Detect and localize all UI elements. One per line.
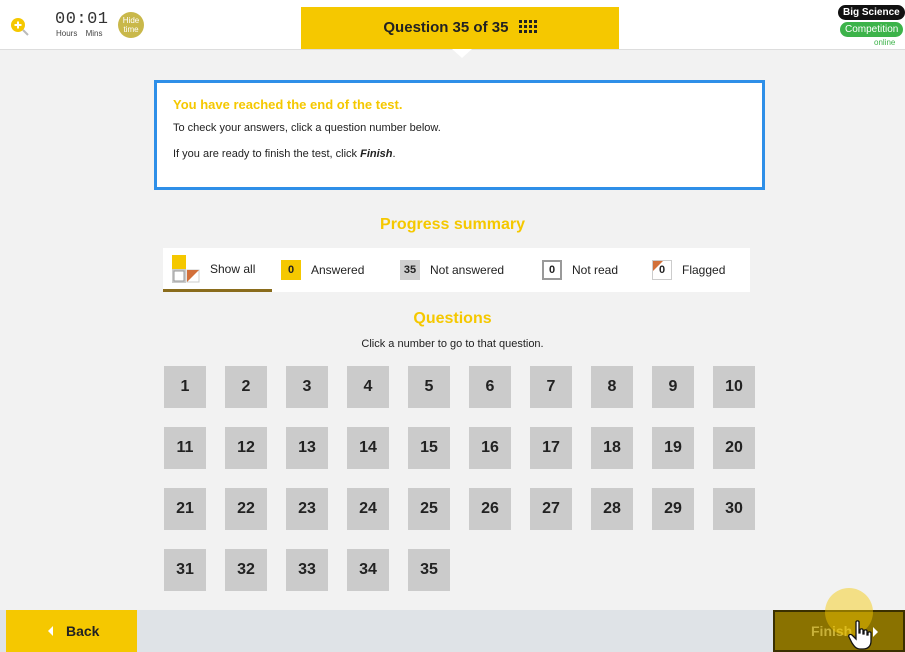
filter-answered-label: Answered [311,263,365,277]
question-button-17[interactable]: 17 [530,427,572,469]
notice-line-check: To check your answers, click a question … [173,122,441,134]
filter-not-answered-label: Not answered [430,263,505,277]
question-grid-icon [518,19,537,33]
back-button[interactable]: Back [6,610,137,652]
question-button-25[interactable]: 25 [408,488,450,530]
filter-not-read[interactable]: 0 Not read [533,248,643,292]
progress-summary-title: Progress summary [380,216,525,233]
question-button-7[interactable]: 7 [530,366,572,408]
progress-filter-bar: Show all 0 Answered 35 Not answered 0 No… [163,248,750,292]
answered-count-badge: 0 [281,260,301,280]
question-button-1[interactable]: 1 [164,366,206,408]
question-button-8[interactable]: 8 [591,366,633,408]
question-button-12[interactable]: 12 [225,427,267,469]
question-button-19[interactable]: 19 [652,427,694,469]
question-indicator-label: Question 35 of 35 [383,19,509,36]
question-button-35[interactable]: 35 [408,549,450,591]
question-button-16[interactable]: 16 [469,427,511,469]
hide-time-label-1: Hide [122,16,140,25]
notice-title: You have reached the end of the test. [173,97,403,112]
questions-title: Questions [413,310,492,327]
question-button-3[interactable]: 3 [286,366,328,408]
flagged-count: 0 [658,264,666,276]
notice-line-finish: If you are ready to finish the test, cli… [173,148,746,160]
question-button-10[interactable]: 10 [713,366,755,408]
logo-text-bottom: online [874,38,896,47]
filter-show-all[interactable]: Show all [163,248,272,292]
hide-time-label-2: time [123,25,139,34]
question-button-28[interactable]: 28 [591,488,633,530]
question-button-34[interactable]: 34 [347,549,389,591]
question-indicator-tab[interactable]: Question 35 of 35 [301,7,619,49]
question-button-11[interactable]: 11 [164,427,206,469]
question-button-6[interactable]: 6 [469,366,511,408]
question-button-14[interactable]: 14 [347,427,389,469]
timer-mins-label: Mins [85,29,103,38]
back-button-label: Back [66,623,100,639]
questions-instruction: Click a number to go to that question. [361,338,544,350]
logo-text-middle: Competition [840,22,904,37]
hand-pointer-icon [848,620,872,650]
notice-finish-prefix: If you are ready to finish the test, cli… [173,148,361,160]
filter-flagged-label: Flagged [682,263,726,277]
question-button-15[interactable]: 15 [408,427,450,469]
question-button-27[interactable]: 27 [530,488,572,530]
question-button-2[interactable]: 2 [225,366,267,408]
question-button-31[interactable]: 31 [164,549,206,591]
filter-not-read-label: Not read [572,263,619,277]
timer-hours-label: Hours [56,29,78,38]
flagged-count-badge: 0 [652,260,672,280]
question-button-13[interactable]: 13 [286,427,328,469]
question-button-22[interactable]: 22 [225,488,267,530]
question-button-23[interactable]: 23 [286,488,328,530]
notice-finish-word: Finish [360,148,393,160]
back-arrow-icon [48,626,53,636]
notice-finish-suffix: . [392,148,396,160]
end-of-test-notice: You have reached the end of the test. To… [154,80,765,190]
question-button-9[interactable]: 9 [652,366,694,408]
filter-flagged[interactable]: 0 Flagged [643,248,750,292]
question-button-26[interactable]: 26 [469,488,511,530]
question-button-32[interactable]: 32 [225,549,267,591]
question-button-20[interactable]: 20 [713,427,755,469]
question-button-24[interactable]: 24 [347,488,389,530]
show-all-icon [172,254,200,283]
question-button-18[interactable]: 18 [591,427,633,469]
timer-display: 00:01 [55,10,109,29]
question-button-29[interactable]: 29 [652,488,694,530]
question-tab-pointer [452,49,472,58]
not-answered-count-badge: 35 [400,260,420,280]
filter-show-all-label: Show all [210,261,256,276]
filter-answered[interactable]: 0 Answered [272,248,390,292]
not-read-count-badge: 0 [542,260,562,280]
timer-labels: Hours Mins [56,29,108,38]
big-science-logo: Big Science Competition online [838,5,905,49]
question-button-5[interactable]: 5 [408,366,450,408]
logo-text-top: Big Science [838,5,905,20]
hide-time-button[interactable]: Hide time [118,12,144,38]
question-button-21[interactable]: 21 [164,488,206,530]
zoom-in-icon[interactable] [10,17,30,37]
question-button-4[interactable]: 4 [347,366,389,408]
top-bar: 00:01 Hours Mins Hide time Question 35 o… [0,0,905,50]
question-button-33[interactable]: 33 [286,549,328,591]
question-button-30[interactable]: 30 [713,488,755,530]
filter-not-answered[interactable]: 35 Not answered [390,248,533,292]
